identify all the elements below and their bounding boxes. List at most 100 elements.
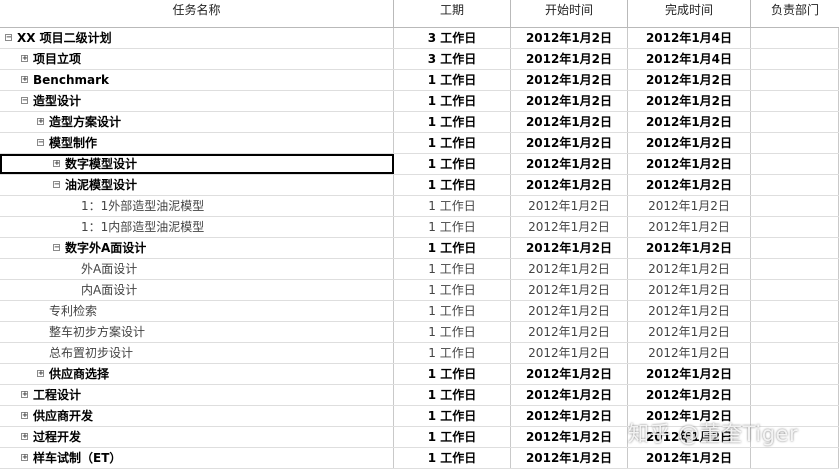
finish-date-cell[interactable]: 2012年1月2日 — [628, 259, 751, 279]
table-row[interactable]: 专利检索 1 工作日 2012年1月2日 2012年1月2日 — [0, 301, 839, 322]
table-row[interactable]: 总布置初步设计 1 工作日 2012年1月2日 2012年1月2日 — [0, 343, 839, 364]
duration-cell[interactable]: 1 工作日 — [394, 112, 511, 132]
table-row[interactable]: 1：1内部造型油泥模型 1 工作日 2012年1月2日 2012年1月2日 — [0, 217, 839, 238]
finish-date-cell[interactable]: 2012年1月4日 — [628, 28, 751, 48]
start-date-cell[interactable]: 2012年1月2日 — [511, 448, 628, 468]
dept-cell[interactable] — [751, 385, 839, 405]
task-name-cell[interactable]: + 过程开发 — [0, 427, 394, 447]
task-name-cell[interactable]: 专利检索 — [0, 301, 394, 321]
start-date-cell[interactable]: 2012年1月2日 — [511, 175, 628, 195]
task-name-cell[interactable]: + 造型方案设计 — [0, 112, 394, 132]
finish-date-cell[interactable]: 2012年1月2日 — [628, 448, 751, 468]
task-name-cell[interactable]: − 数字外A面设计 — [0, 238, 394, 258]
task-name-cell[interactable]: 整车初步方案设计 — [0, 322, 394, 342]
duration-cell[interactable]: 1 工作日 — [394, 217, 511, 237]
finish-date-cell[interactable]: 2012年1月2日 — [628, 112, 751, 132]
task-name-cell[interactable]: 1：1外部造型油泥模型 — [0, 196, 394, 216]
column-header-start[interactable]: 开始时间 — [511, 0, 628, 27]
expand-icon[interactable]: + — [21, 412, 28, 419]
expand-icon[interactable]: + — [37, 370, 44, 377]
finish-date-cell[interactable]: 2012年1月4日 — [628, 49, 751, 69]
collapse-icon[interactable]: − — [21, 97, 28, 104]
finish-date-cell[interactable]: 2012年1月2日 — [628, 91, 751, 111]
task-name-cell[interactable]: + 供应商开发 — [0, 406, 394, 426]
start-date-cell[interactable]: 2012年1月2日 — [511, 196, 628, 216]
task-name-cell[interactable]: + 样车试制（ET） — [0, 448, 394, 468]
dept-cell[interactable] — [751, 70, 839, 90]
table-row[interactable]: + 样车试制（ET） 1 工作日 2012年1月2日 2012年1月2日 — [0, 448, 839, 469]
dept-cell[interactable] — [751, 301, 839, 321]
finish-date-cell[interactable]: 2012年1月2日 — [628, 280, 751, 300]
start-date-cell[interactable]: 2012年1月2日 — [511, 259, 628, 279]
expand-icon[interactable]: + — [21, 454, 28, 461]
expand-icon[interactable]: + — [37, 118, 44, 125]
duration-cell[interactable]: 1 工作日 — [394, 259, 511, 279]
dept-cell[interactable] — [751, 196, 839, 216]
collapse-icon[interactable]: − — [53, 244, 60, 251]
start-date-cell[interactable]: 2012年1月2日 — [511, 385, 628, 405]
task-name-cell[interactable]: + Benchmark — [0, 70, 394, 90]
table-row[interactable]: − 造型设计 1 工作日 2012年1月2日 2012年1月2日 — [0, 91, 839, 112]
start-date-cell[interactable]: 2012年1月2日 — [511, 112, 628, 132]
task-name-cell[interactable]: + 工程设计 — [0, 385, 394, 405]
finish-date-cell[interactable]: 2012年1月2日 — [628, 217, 751, 237]
task-name-cell[interactable]: − 造型设计 — [0, 91, 394, 111]
start-date-cell[interactable]: 2012年1月2日 — [511, 238, 628, 258]
finish-date-cell[interactable]: 2012年1月2日 — [628, 364, 751, 384]
finish-date-cell[interactable]: 2012年1月2日 — [628, 154, 751, 174]
start-date-cell[interactable]: 2012年1月2日 — [511, 91, 628, 111]
finish-date-cell[interactable]: 2012年1月2日 — [628, 238, 751, 258]
table-row[interactable]: 整车初步方案设计 1 工作日 2012年1月2日 2012年1月2日 — [0, 322, 839, 343]
task-name-cell[interactable]: + 数字模型设计 — [0, 154, 394, 174]
task-name-cell[interactable]: 内A面设计 — [0, 280, 394, 300]
column-header-dept[interactable]: 负责部门 — [751, 0, 839, 27]
table-row[interactable]: 外A面设计 1 工作日 2012年1月2日 2012年1月2日 — [0, 259, 839, 280]
finish-date-cell[interactable]: 2012年1月2日 — [628, 133, 751, 153]
collapse-icon[interactable]: − — [5, 34, 12, 41]
duration-cell[interactable]: 1 工作日 — [394, 196, 511, 216]
dept-cell[interactable] — [751, 280, 839, 300]
dept-cell[interactable] — [751, 28, 839, 48]
column-header-task-name[interactable]: 任务名称 — [0, 0, 394, 27]
start-date-cell[interactable]: 2012年1月2日 — [511, 49, 628, 69]
duration-cell[interactable]: 1 工作日 — [394, 91, 511, 111]
duration-cell[interactable]: 1 工作日 — [394, 448, 511, 468]
start-date-cell[interactable]: 2012年1月2日 — [511, 280, 628, 300]
start-date-cell[interactable]: 2012年1月2日 — [511, 217, 628, 237]
task-name-cell[interactable]: 总布置初步设计 — [0, 343, 394, 363]
task-name-cell[interactable]: + 项目立项 — [0, 49, 394, 69]
table-row[interactable]: + 造型方案设计 1 工作日 2012年1月2日 2012年1月2日 — [0, 112, 839, 133]
dept-cell[interactable] — [751, 238, 839, 258]
duration-cell[interactable]: 3 工作日 — [394, 49, 511, 69]
start-date-cell[interactable]: 2012年1月2日 — [511, 133, 628, 153]
dept-cell[interactable] — [751, 49, 839, 69]
task-name-cell[interactable]: + 供应商选择 — [0, 364, 394, 384]
table-row[interactable]: 1：1外部造型油泥模型 1 工作日 2012年1月2日 2012年1月2日 — [0, 196, 839, 217]
task-name-cell[interactable]: − 模型制作 — [0, 133, 394, 153]
dept-cell[interactable] — [751, 154, 839, 174]
table-row[interactable]: − 模型制作 1 工作日 2012年1月2日 2012年1月2日 — [0, 133, 839, 154]
dept-cell[interactable] — [751, 364, 839, 384]
dept-cell[interactable] — [751, 448, 839, 468]
table-row[interactable]: + 项目立项 3 工作日 2012年1月2日 2012年1月4日 — [0, 49, 839, 70]
table-row[interactable]: + Benchmark 1 工作日 2012年1月2日 2012年1月2日 — [0, 70, 839, 91]
dept-cell[interactable] — [751, 133, 839, 153]
table-row[interactable]: − 油泥模型设计 1 工作日 2012年1月2日 2012年1月2日 — [0, 175, 839, 196]
collapse-icon[interactable]: − — [53, 181, 60, 188]
start-date-cell[interactable]: 2012年1月2日 — [511, 427, 628, 447]
start-date-cell[interactable]: 2012年1月2日 — [511, 406, 628, 426]
finish-date-cell[interactable]: 2012年1月2日 — [628, 196, 751, 216]
start-date-cell[interactable]: 2012年1月2日 — [511, 322, 628, 342]
task-name-cell[interactable]: 1：1内部造型油泥模型 — [0, 217, 394, 237]
duration-cell[interactable]: 1 工作日 — [394, 154, 511, 174]
table-row[interactable]: − 数字外A面设计 1 工作日 2012年1月2日 2012年1月2日 — [0, 238, 839, 259]
duration-cell[interactable]: 1 工作日 — [394, 238, 511, 258]
finish-date-cell[interactable]: 2012年1月2日 — [628, 322, 751, 342]
start-date-cell[interactable]: 2012年1月2日 — [511, 154, 628, 174]
finish-date-cell[interactable]: 2012年1月2日 — [628, 175, 751, 195]
start-date-cell[interactable]: 2012年1月2日 — [511, 343, 628, 363]
expand-icon[interactable]: + — [21, 55, 28, 62]
duration-cell[interactable]: 1 工作日 — [394, 301, 511, 321]
duration-cell[interactable]: 1 工作日 — [394, 70, 511, 90]
duration-cell[interactable]: 3 工作日 — [394, 28, 511, 48]
